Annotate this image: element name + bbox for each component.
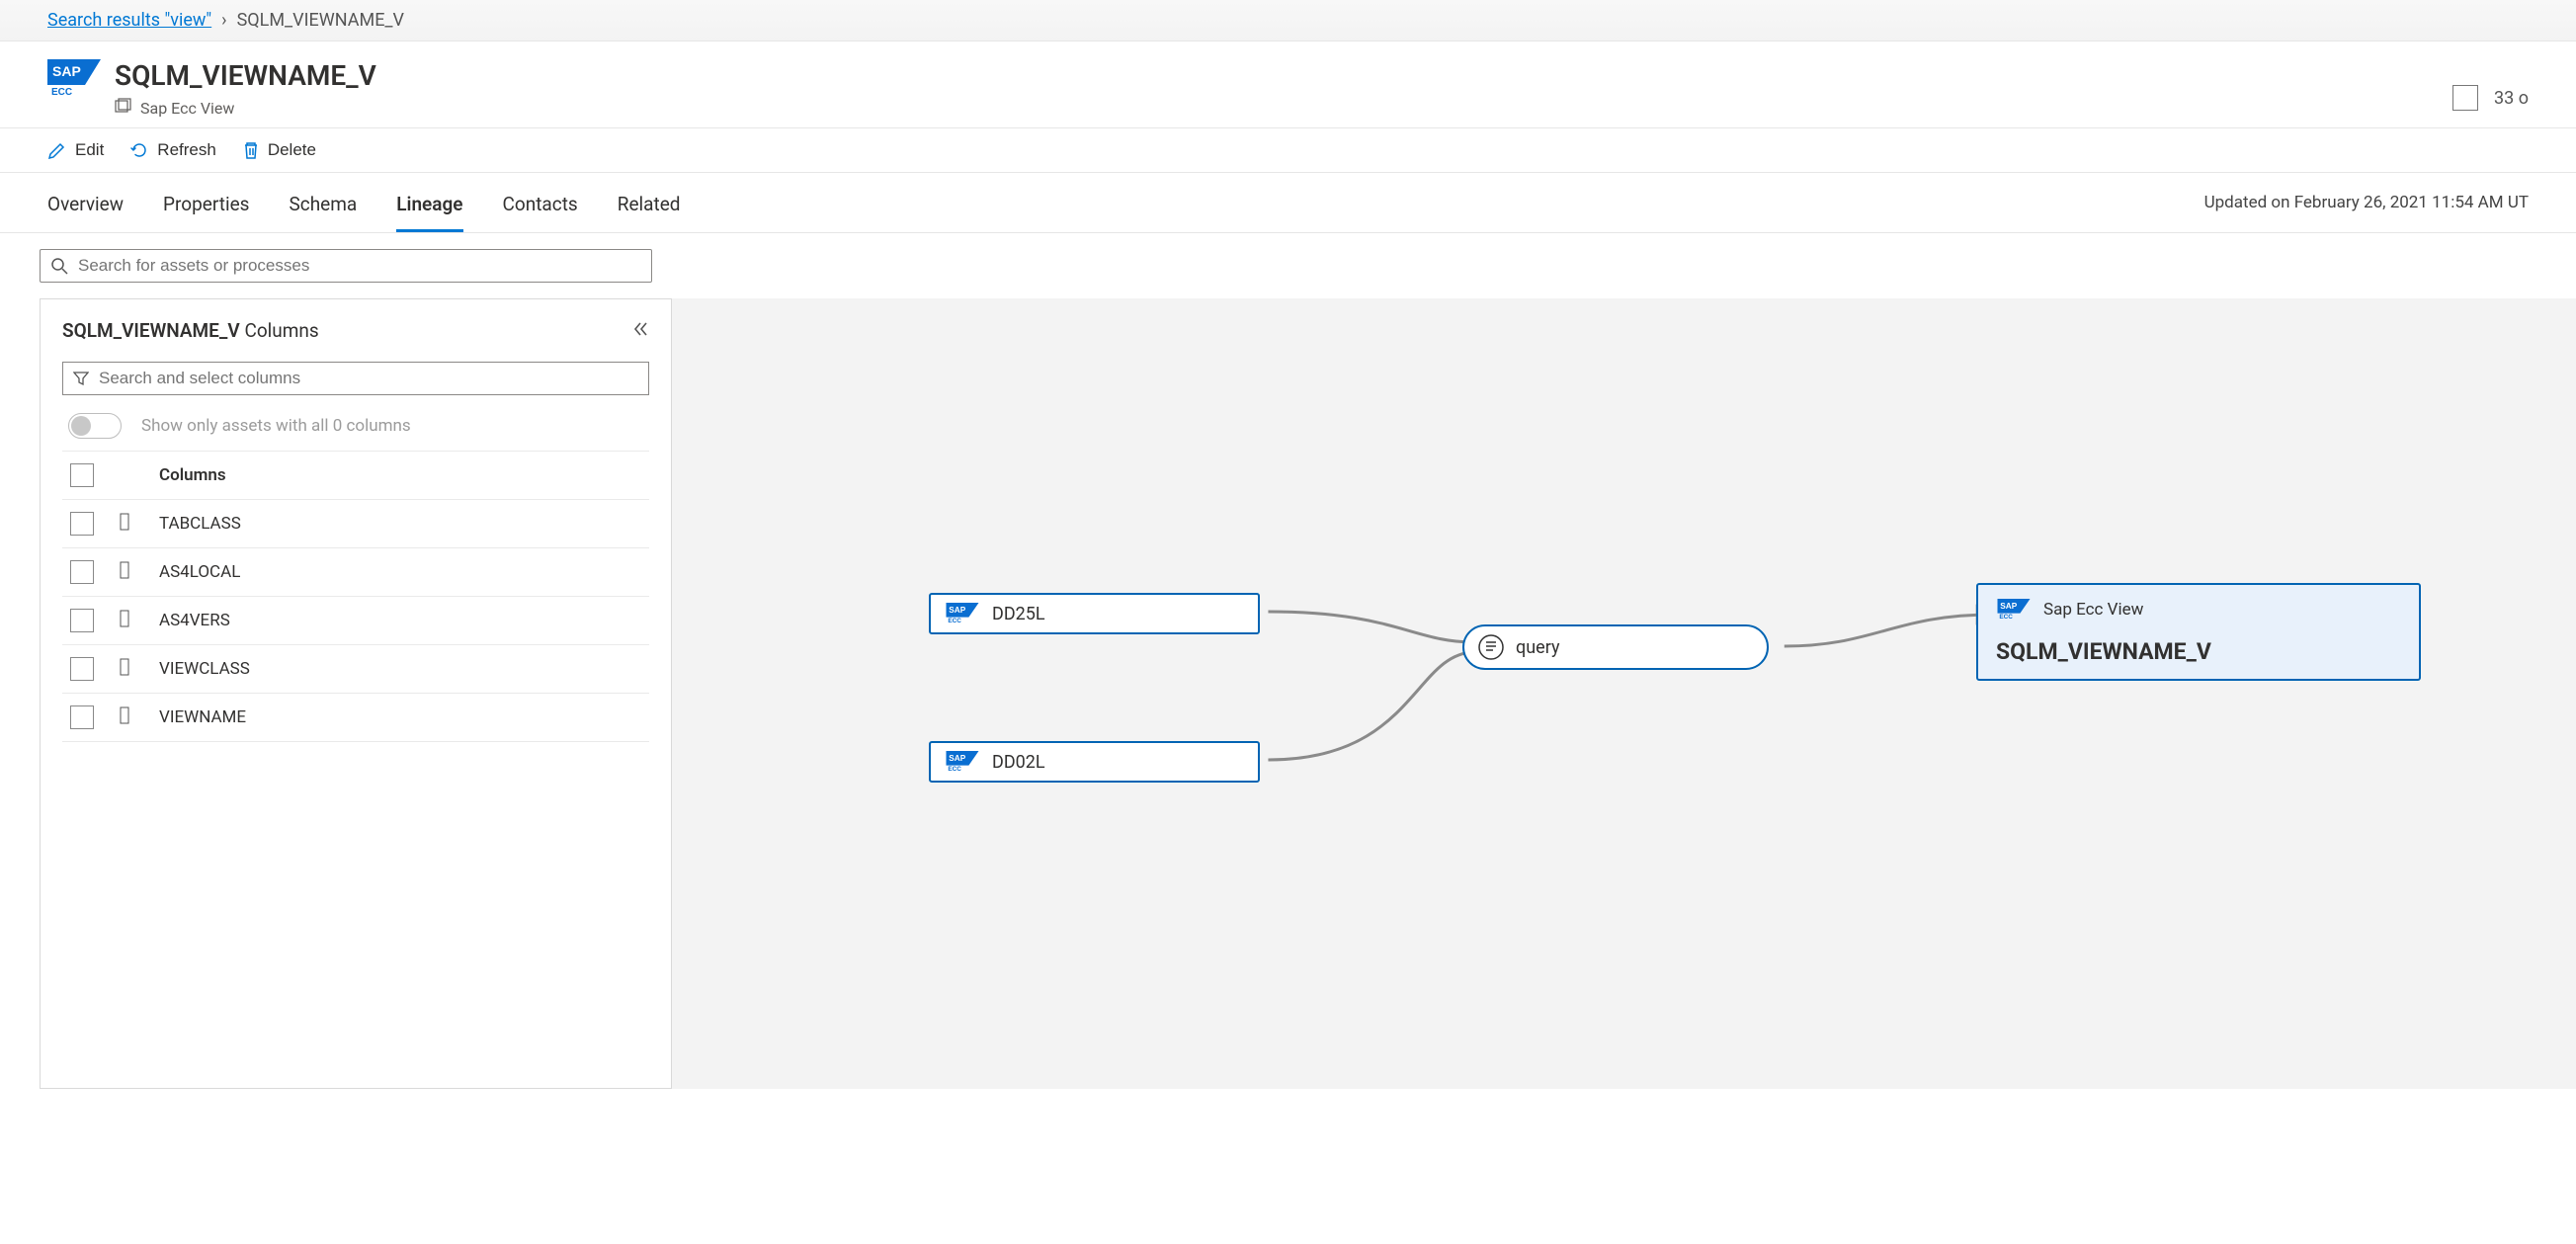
sap-ecc-mini-icon [945, 751, 980, 773]
lineage-node-label: DD25L [992, 604, 1045, 624]
lineage-process-node[interactable]: query [1462, 624, 1769, 670]
view-icon [115, 98, 132, 118]
panel-title-prefix: SQLM_VIEWNAME_V [62, 319, 240, 342]
collapse-panel-button[interactable] [631, 320, 649, 342]
breadcrumb-back-link[interactable]: Search results "view" [47, 10, 211, 31]
column-checkbox[interactable] [70, 657, 94, 681]
column-name: AS4VERS [159, 611, 230, 630]
lineage-edges [672, 298, 2576, 1089]
tab-schema[interactable]: Schema [289, 173, 357, 232]
toolbar: Edit Refresh Delete [0, 128, 2576, 173]
select-checkbox[interactable] [2452, 85, 2478, 111]
columns-header-label: Columns [159, 465, 226, 485]
tabs: Overview Properties Schema Lineage Conta… [47, 173, 2204, 232]
asset-search-input[interactable] [78, 256, 641, 276]
lineage-target-type: Sap Ecc View [2043, 600, 2143, 620]
chevron-right-icon: › [221, 10, 226, 31]
lineage-source-node[interactable]: DD02L [929, 741, 1260, 783]
show-only-toggle[interactable] [68, 413, 122, 439]
breadcrumb: Search results "view" › SQLM_VIEWNAME_V [0, 0, 2576, 41]
refresh-button[interactable]: Refresh [129, 140, 216, 160]
column-icon [118, 609, 135, 632]
tab-overview[interactable]: Overview [47, 173, 124, 232]
select-all-columns-checkbox[interactable] [70, 463, 94, 487]
lineage-process-label: query [1516, 637, 1559, 658]
lineage-node-label: DD02L [992, 752, 1045, 773]
edit-button[interactable]: Edit [47, 140, 104, 160]
filter-icon [73, 371, 89, 386]
column-icon [118, 657, 135, 681]
column-row[interactable]: TABCLASS [62, 499, 649, 547]
panel-title-suffix: Columns [244, 319, 318, 342]
columns-header-row: Columns [62, 451, 649, 499]
refresh-label: Refresh [157, 140, 216, 160]
tab-related[interactable]: Related [618, 173, 681, 232]
edit-label: Edit [75, 140, 104, 160]
column-checkbox[interactable] [70, 512, 94, 536]
delete-label: Delete [268, 140, 316, 160]
column-checkbox[interactable] [70, 560, 94, 584]
document-icon [1478, 634, 1504, 660]
sap-ecc-mini-icon [1996, 599, 2032, 621]
column-row[interactable]: AS4LOCAL [62, 547, 649, 596]
page-subtitle: Sap Ecc View [140, 99, 234, 118]
updated-text: Updated on February 26, 2021 11:54 AM UT [2204, 173, 2529, 232]
tab-lineage[interactable]: Lineage [396, 173, 462, 232]
lineage-target-node[interactable]: Sap Ecc View SQLM_VIEWNAME_V [1976, 583, 2421, 681]
search-icon [50, 257, 68, 275]
column-row[interactable]: VIEWCLASS [62, 644, 649, 693]
column-filter[interactable] [62, 362, 649, 395]
column-row[interactable]: VIEWNAME [62, 693, 649, 742]
tab-row: Overview Properties Schema Lineage Conta… [0, 173, 2576, 233]
sap-ecc-logo-icon [47, 59, 101, 103]
column-name: VIEWNAME [159, 707, 246, 727]
column-name: VIEWCLASS [159, 659, 250, 679]
breadcrumb-current: SQLM_VIEWNAME_V [237, 10, 404, 31]
page-title: SQLM_VIEWNAME_V [115, 59, 2452, 92]
delete-button[interactable]: Delete [242, 140, 316, 160]
lineage-target-name: SQLM_VIEWNAME_V [1996, 638, 2211, 665]
column-checkbox[interactable] [70, 705, 94, 729]
refresh-icon [129, 140, 149, 160]
column-icon [118, 512, 135, 536]
column-filter-input[interactable] [99, 369, 638, 388]
column-row[interactable]: AS4VERS [62, 596, 649, 644]
page-header: SQLM_VIEWNAME_V Sap Ecc View 33 o [0, 41, 2576, 128]
header-count: 33 o [2494, 88, 2529, 109]
column-name: TABCLASS [159, 514, 241, 534]
tab-properties[interactable]: Properties [163, 173, 249, 232]
asset-search[interactable] [40, 249, 652, 283]
column-icon [118, 560, 135, 584]
columns-panel: SQLM_VIEWNAME_V Columns Show only assets… [40, 298, 672, 1089]
sap-ecc-mini-icon [945, 603, 980, 624]
column-name: AS4LOCAL [159, 562, 240, 582]
pencil-icon [47, 140, 67, 160]
chevron-double-left-icon [631, 320, 649, 338]
column-checkbox[interactable] [70, 609, 94, 632]
trash-icon [242, 140, 260, 160]
show-only-label: Show only assets with all 0 columns [141, 416, 411, 436]
lineage-canvas[interactable]: DD25L DD02L query Sap Ecc View SQLM_VIEW… [672, 298, 2576, 1089]
tab-contacts[interactable]: Contacts [503, 173, 578, 232]
lineage-source-node[interactable]: DD25L [929, 593, 1260, 634]
column-icon [118, 705, 135, 729]
